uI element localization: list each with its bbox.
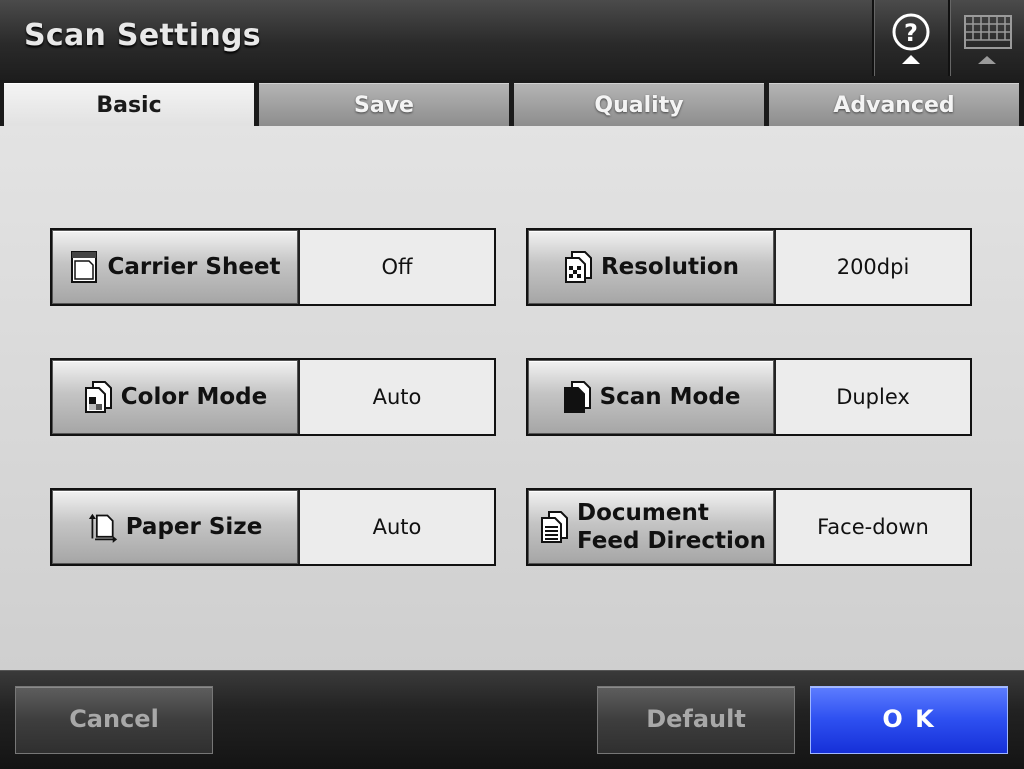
- carrier-sheet-button[interactable]: Carrier Sheet: [52, 230, 298, 304]
- setting-label-line1: Document: [577, 500, 709, 526]
- cancel-button[interactable]: Cancel: [15, 686, 213, 754]
- setting-value: 200dpi: [776, 230, 970, 304]
- setting-value: Auto: [300, 490, 494, 564]
- question-icon: ?: [892, 13, 930, 64]
- footer-bar: Cancel Default O K: [0, 670, 1024, 769]
- tab-save[interactable]: Save: [259, 83, 509, 127]
- setting-color-mode: Color Mode Auto: [50, 358, 496, 436]
- setting-value: Auto: [300, 360, 494, 434]
- setting-label: Resolution: [600, 254, 740, 280]
- scan-mode-icon: [563, 381, 591, 413]
- setting-document-feed-direction: Document Feed Direction Face-down: [526, 488, 972, 566]
- color-mode-icon: [84, 381, 112, 413]
- paper-size-button[interactable]: Paper Size: [52, 490, 298, 564]
- color-mode-button[interactable]: Color Mode: [52, 360, 298, 434]
- setting-label: Color Mode: [120, 384, 268, 410]
- setting-label-line2: Feed Direction: [577, 528, 767, 554]
- setting-label: Scan Mode: [599, 384, 741, 410]
- keyboard-icon: [964, 15, 1012, 64]
- setting-carrier-sheet: Carrier Sheet Off: [50, 228, 496, 306]
- title-bar: Scan Settings ?: [0, 0, 1024, 80]
- help-button[interactable]: ?: [872, 0, 948, 76]
- scan-mode-button[interactable]: Scan Mode: [528, 360, 774, 434]
- tab-advanced[interactable]: Advanced: [769, 83, 1019, 127]
- resolution-button[interactable]: Resolution: [528, 230, 774, 304]
- setting-resolution: Resolution 200dpi: [526, 228, 972, 306]
- settings-panel: Carrier Sheet Off Resolution 200dpi Colo…: [0, 126, 1024, 670]
- setting-label: Paper Size: [125, 514, 263, 540]
- default-button[interactable]: Default: [597, 686, 795, 754]
- svg-text:?: ?: [904, 19, 918, 47]
- setting-value: Duplex: [776, 360, 970, 434]
- paper-size-icon: [88, 513, 117, 543]
- setting-value: Face-down: [776, 490, 970, 564]
- ok-button[interactable]: O K: [810, 686, 1008, 754]
- tab-bar: Basic Save Quality Advanced: [0, 80, 1024, 127]
- setting-paper-size: Paper Size Auto: [50, 488, 496, 566]
- keyboard-button[interactable]: [948, 0, 1024, 76]
- setting-scan-mode: Scan Mode Duplex: [526, 358, 972, 436]
- document-feed-direction-button[interactable]: Document Feed Direction: [528, 490, 774, 564]
- document-feed-icon: [541, 511, 568, 543]
- tab-basic[interactable]: Basic: [4, 83, 254, 127]
- tab-quality[interactable]: Quality: [514, 83, 764, 127]
- setting-value: Off: [300, 230, 494, 304]
- resolution-icon: [564, 251, 592, 283]
- setting-label: Document Feed Direction: [577, 499, 766, 555]
- carrier-sheet-icon: [71, 251, 98, 283]
- setting-label: Carrier Sheet: [107, 254, 281, 280]
- page-title: Scan Settings: [24, 18, 261, 53]
